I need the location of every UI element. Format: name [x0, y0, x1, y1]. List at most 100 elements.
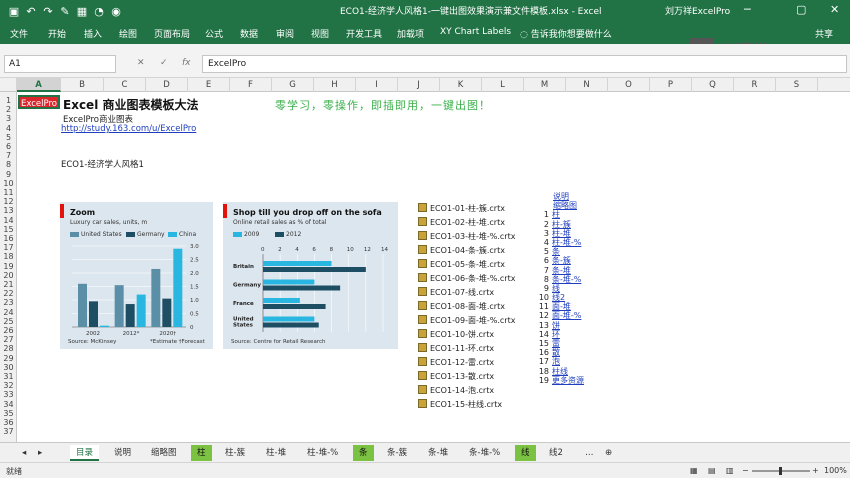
tab-addins[interactable]: 加载项: [397, 27, 424, 40]
link-instructions[interactable]: 说明: [553, 192, 584, 201]
row-header[interactable]: 12: [0, 197, 17, 206]
template-file[interactable]: ECO1-09-面-堆-%.crtx: [418, 314, 515, 328]
column-header-i[interactable]: I: [356, 78, 398, 92]
sheet-tab[interactable]: 条-堆-%: [463, 445, 506, 461]
tell-me-box[interactable]: ◌ 告诉我你想要做什么: [520, 27, 612, 40]
template-file[interactable]: ECO1-13-散.crtx: [418, 370, 515, 384]
row-header[interactable]: 30: [0, 363, 17, 372]
row-header[interactable]: 5: [0, 133, 17, 142]
template-file[interactable]: ECO1-10-饼.crtx: [418, 328, 515, 342]
name-box[interactable]: A1: [4, 55, 116, 73]
index-link[interactable]: 泡: [552, 357, 560, 366]
template-file[interactable]: ECO1-08-面-堆.crtx: [418, 300, 515, 314]
row-header[interactable]: 19: [0, 262, 17, 271]
chart-icon[interactable]: ◔: [91, 5, 107, 18]
save-icon[interactable]: ▣: [6, 5, 22, 18]
template-file[interactable]: ECO1-02-柱-堆.crtx: [418, 216, 515, 230]
tab-home[interactable]: 开始: [48, 27, 66, 40]
sheet-tab[interactable]: 柱-簇: [219, 445, 251, 461]
cell-a1[interactable]: ExcelPro: [18, 95, 60, 109]
row-header[interactable]: 34: [0, 400, 17, 409]
index-link[interactable]: 饼: [552, 321, 560, 330]
link-thumbnails[interactable]: 缩略图: [553, 201, 584, 210]
index-link[interactable]: 条-堆-%: [552, 275, 581, 284]
sheet-tab[interactable]: 柱-堆-%: [301, 445, 344, 461]
zoom-out-icon[interactable]: −: [742, 466, 749, 475]
index-link[interactable]: 条-堆: [552, 266, 571, 275]
sheet-tab[interactable]: 线: [515, 445, 536, 461]
row-header[interactable]: 16: [0, 234, 17, 243]
template-file[interactable]: ECO1-15-柱线.crtx: [418, 398, 515, 412]
table-icon[interactable]: ▦: [74, 5, 90, 18]
sheet-tab[interactable]: 说明: [108, 445, 137, 461]
page-break-icon[interactable]: ▥: [726, 466, 734, 475]
row-header[interactable]: 15: [0, 225, 17, 234]
enter-icon[interactable]: ✓: [160, 58, 168, 68]
template-file[interactable]: ECO1-12-雷.crtx: [418, 356, 515, 370]
minimize-icon[interactable]: ─: [744, 3, 751, 16]
row-header[interactable]: 21: [0, 280, 17, 289]
column-header-q[interactable]: Q: [692, 78, 734, 92]
column-header-m[interactable]: M: [524, 78, 566, 92]
share-button[interactable]: 共享: [815, 27, 833, 40]
tab-page-layout[interactable]: 页面布局: [154, 27, 190, 40]
index-link[interactable]: 柱-堆: [552, 229, 571, 238]
more-sheets-icon[interactable]: …: [579, 445, 600, 461]
row-header[interactable]: 17: [0, 243, 17, 252]
sheet-tab[interactable]: 缩略图: [145, 445, 183, 461]
column-header-n[interactable]: N: [566, 78, 608, 92]
select-all-corner[interactable]: [0, 78, 17, 92]
column-header-g[interactable]: G: [272, 78, 314, 92]
column-header-d[interactable]: D: [146, 78, 188, 92]
row-header[interactable]: 10: [0, 179, 17, 188]
redo-icon[interactable]: ↷: [40, 5, 56, 18]
tab-insert[interactable]: 插入: [84, 27, 102, 40]
row-header[interactable]: 7: [0, 151, 17, 160]
row-header[interactable]: 3: [0, 114, 17, 123]
row-header[interactable]: 25: [0, 317, 17, 326]
template-file[interactable]: ECO1-11-环.crtx: [418, 342, 515, 356]
index-link[interactable]: 柱线: [552, 367, 568, 376]
tab-view[interactable]: 视图: [311, 27, 329, 40]
row-header[interactable]: 29: [0, 354, 17, 363]
page-layout-icon[interactable]: ▤: [708, 466, 716, 475]
undo-icon[interactable]: ↶: [23, 5, 39, 18]
sheet-tab[interactable]: 条-簇: [381, 445, 413, 461]
column-header-r[interactable]: R: [734, 78, 776, 92]
index-link[interactable]: 环: [552, 330, 560, 339]
sheet-tab[interactable]: 柱-堆: [260, 445, 292, 461]
url-link[interactable]: http://study.163.com/u/ExcelPro: [61, 124, 196, 134]
template-file[interactable]: ECO1-05-条-堆.crtx: [418, 258, 515, 272]
chart-zoom[interactable]: Zoom Luxury car sales, units, m United S…: [60, 202, 213, 349]
column-header-l[interactable]: L: [482, 78, 524, 92]
tab-draw[interactable]: 绘图: [119, 27, 137, 40]
template-file[interactable]: ECO1-06-条-堆-%.crtx: [418, 272, 515, 286]
row-header[interactable]: 1: [0, 96, 17, 105]
column-header-s[interactable]: S: [776, 78, 818, 92]
column-header-k[interactable]: K: [440, 78, 482, 92]
template-file[interactable]: ECO1-03-柱-堆-%.crtx: [418, 230, 515, 244]
tab-xy-chart-labels[interactable]: XY Chart Labels: [440, 27, 511, 37]
tab-data[interactable]: 数据: [240, 27, 258, 40]
row-header[interactable]: 35: [0, 409, 17, 418]
index-link[interactable]: 雷: [552, 339, 560, 348]
row-header[interactable]: 28: [0, 344, 17, 353]
index-link[interactable]: 线: [552, 284, 560, 293]
row-header[interactable]: 2: [0, 105, 17, 114]
row-header[interactable]: 22: [0, 289, 17, 298]
row-header[interactable]: 23: [0, 298, 17, 307]
row-header[interactable]: 14: [0, 216, 17, 225]
row-header[interactable]: 36: [0, 418, 17, 427]
row-header[interactable]: 31: [0, 372, 17, 381]
column-header-f[interactable]: F: [230, 78, 272, 92]
tab-formulas[interactable]: 公式: [205, 27, 223, 40]
normal-view-icon[interactable]: ▦: [690, 466, 698, 475]
index-link[interactable]: 条: [552, 247, 560, 256]
cancel-icon[interactable]: ✕: [137, 58, 145, 68]
row-header[interactable]: 4: [0, 124, 17, 133]
insert-function-icon[interactable]: fx: [182, 58, 191, 68]
sheet-tab[interactable]: 目录: [70, 445, 100, 461]
template-file[interactable]: ECO1-14-泡.crtx: [418, 384, 515, 398]
column-header-p[interactable]: P: [650, 78, 692, 92]
row-header[interactable]: 8: [0, 160, 17, 169]
